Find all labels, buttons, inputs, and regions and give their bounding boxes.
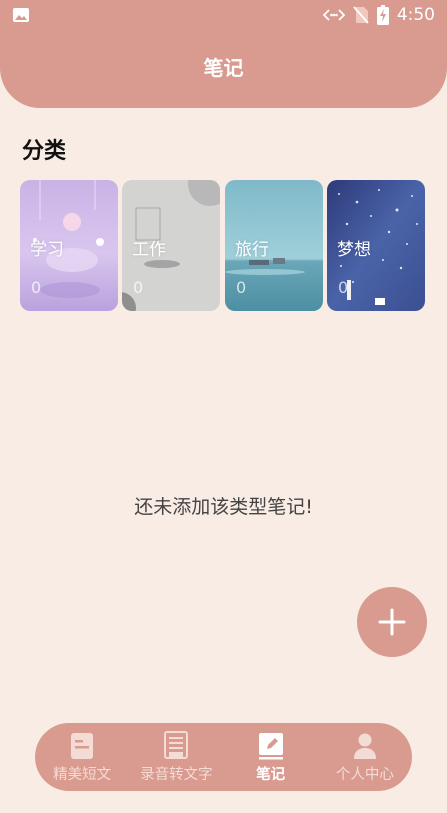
nav-label: 笔记 xyxy=(256,766,286,783)
nav-label: 精美短文 xyxy=(53,766,112,783)
category-count: 0 xyxy=(236,278,247,297)
empty-state-message: 还未添加该类型笔记! xyxy=(134,496,313,518)
nav-label: 录音转文字 xyxy=(140,766,213,783)
person-icon xyxy=(353,731,377,761)
battery-charging-icon xyxy=(376,5,389,25)
no-sim-icon xyxy=(353,6,369,24)
category-card-dream[interactable]: 梦想 0 xyxy=(327,180,425,311)
plus-icon xyxy=(378,608,406,636)
category-label: 学习 xyxy=(30,240,64,260)
nav-item-articles[interactable]: 精美短文 xyxy=(35,723,129,791)
category-card-list: 学习 0 工作 0 旅行 0 梦想 0 xyxy=(20,180,428,311)
category-count: 0 xyxy=(31,278,42,297)
category-label: 工作 xyxy=(132,240,166,260)
category-card-study[interactable]: 学习 0 xyxy=(20,180,118,311)
category-card-travel[interactable]: 旅行 0 xyxy=(225,180,323,311)
category-section-title: 分类 xyxy=(22,139,67,164)
document-icon xyxy=(70,731,94,761)
category-card-work[interactable]: 工作 0 xyxy=(122,180,220,311)
nav-item-transcribe[interactable]: 录音转文字 xyxy=(129,723,223,791)
notebook-pen-icon xyxy=(258,731,284,761)
category-count: 0 xyxy=(338,278,349,297)
image-notification-icon xyxy=(12,7,30,23)
add-note-button[interactable] xyxy=(357,587,427,657)
status-bar: 4:50 xyxy=(0,0,447,30)
bottom-navigation: 精美短文 录音转文字 笔记 个人中心 xyxy=(35,723,412,791)
category-label: 梦想 xyxy=(337,240,371,260)
transcript-icon xyxy=(163,730,189,761)
category-count: 0 xyxy=(133,278,144,297)
nav-item-profile[interactable]: 个人中心 xyxy=(318,723,412,791)
data-transfer-icon xyxy=(322,8,345,22)
page-title: 笔记 xyxy=(203,56,244,80)
nav-label: 个人中心 xyxy=(335,766,394,783)
nav-item-notes[interactable]: 笔记 xyxy=(224,723,318,791)
status-time: 4:50 xyxy=(396,5,435,25)
category-label: 旅行 xyxy=(235,240,269,260)
